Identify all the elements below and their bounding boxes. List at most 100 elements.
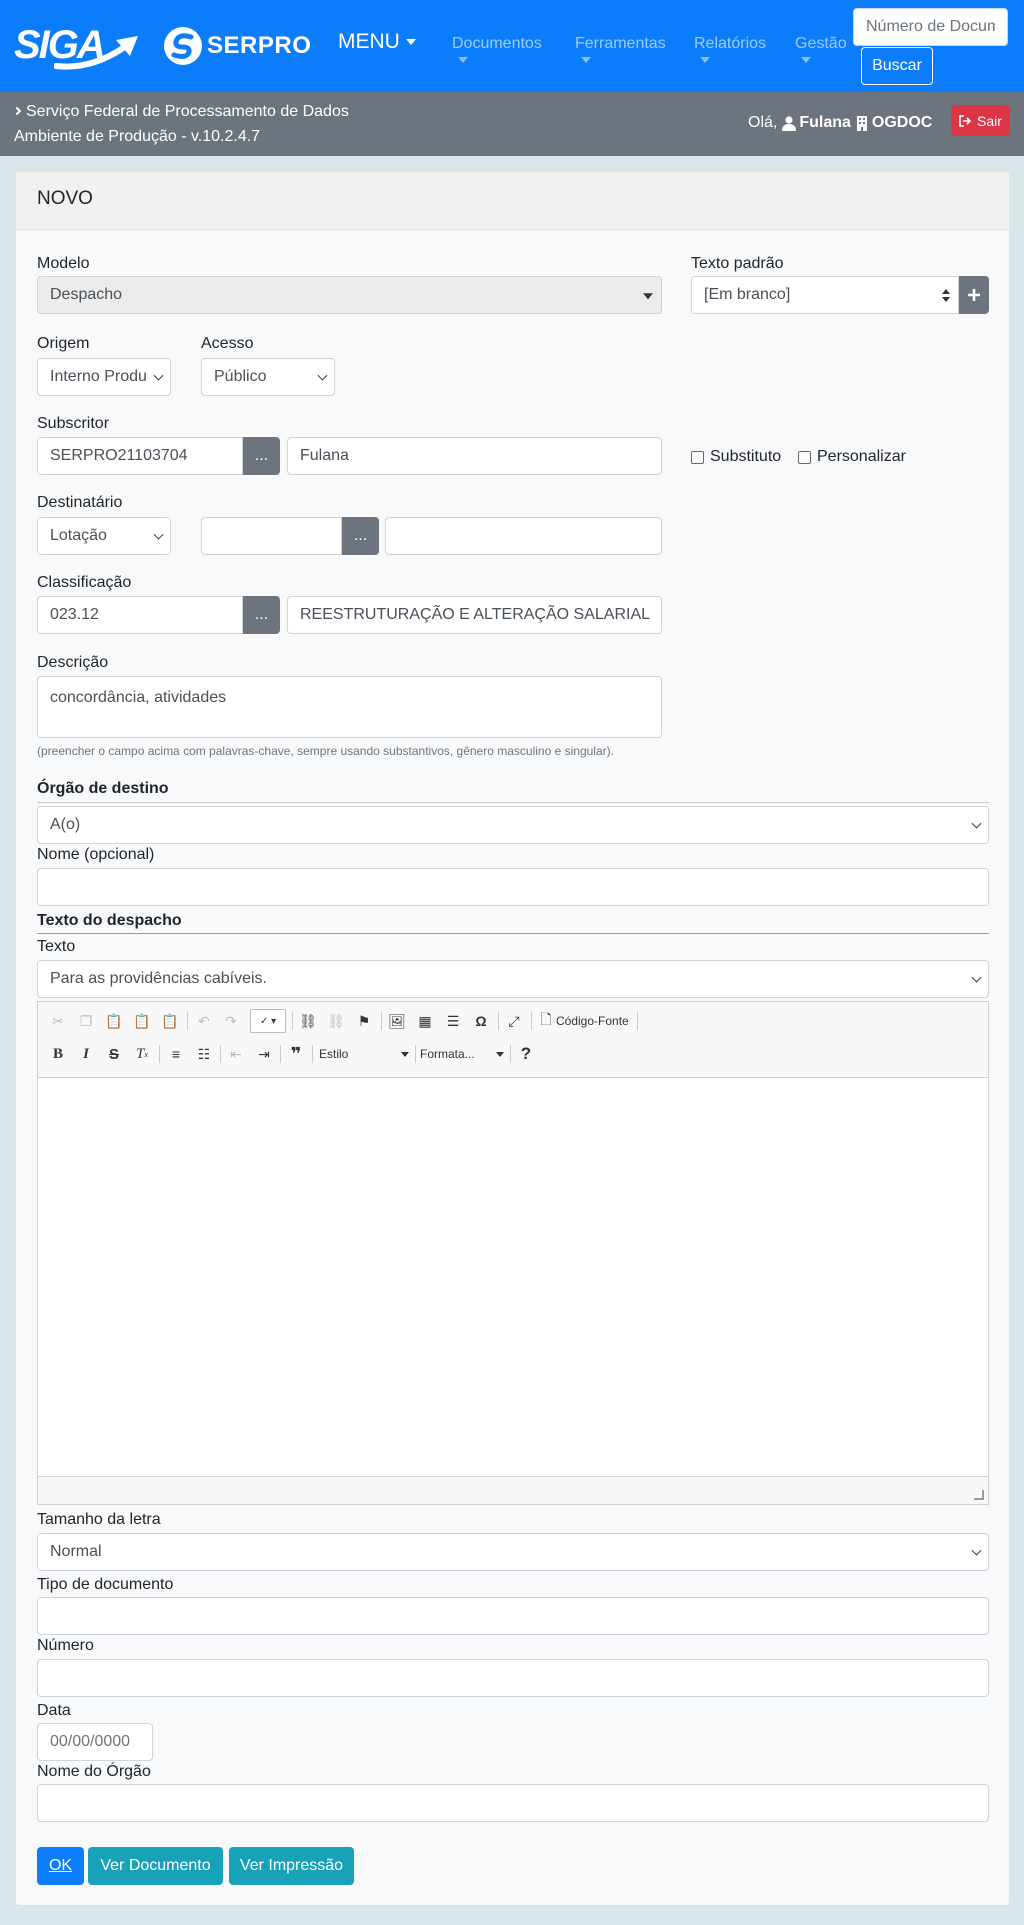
destinatario-lookup-button[interactable]: ... [342,517,379,555]
paste-text-icon[interactable]: 📋 [131,1010,153,1032]
menu-dropdown[interactable]: MENU [338,30,416,54]
special-char-omega-icon[interactable]: Ω [470,1010,492,1032]
ver-impressao-button[interactable]: Ver Impressão [229,1847,354,1885]
nav-gestao[interactable]: Gestão [795,35,847,63]
blockquote-icon[interactable]: ❞ [285,1043,307,1065]
spellcheck-icon[interactable]: ✓ ▾ [250,1009,286,1033]
toolbar-separator [292,1012,293,1030]
personalizar-checkbox[interactable]: Personalizar [798,448,906,466]
top-navbar: SIGA SERPRO MENU Documentos Ferramentas … [0,0,1024,92]
help-icon[interactable]: ? [515,1043,537,1065]
modelo-select[interactable]: Despacho [37,276,662,314]
substituto-checkbox[interactable]: Substituto [691,448,781,466]
paste-word-icon[interactable]: 📋 [159,1010,181,1032]
italic-icon[interactable]: I [75,1043,97,1065]
unit-name: OGDOC [871,114,933,131]
nav-documentos[interactable]: Documentos [452,35,542,63]
format-combo[interactable]: Formata... [420,1043,504,1065]
tamanho-letra-label: Tamanho da letra [37,1511,161,1528]
destinatario-name-input[interactable] [385,517,662,555]
ver-documento-button[interactable]: Ver Documento [88,1847,223,1885]
subscritor-name-input[interactable]: Fulana [287,437,662,475]
buscar-button[interactable]: Buscar [861,47,933,85]
caret-down-icon [801,57,811,63]
descricao-textarea[interactable]: concordância, atividades [37,676,662,738]
bold-icon[interactable]: B [47,1043,69,1065]
anchor-flag-icon[interactable]: ⚑ [353,1010,375,1032]
descricao-hint: (preencher o campo acima com palavras-ch… [37,744,614,758]
image-icon[interactable]: 🖼 [386,1010,408,1032]
siga-logo[interactable]: SIGA [14,22,138,70]
texto-select[interactable]: Para as providências cabíveis. [37,960,989,998]
ok-button[interactable]: OK [37,1847,84,1885]
plus-icon [968,289,980,301]
texto-padrao-select[interactable]: [Em branco] [691,276,959,314]
caret-down-icon [401,1051,409,1057]
undo-icon[interactable]: ↶ [193,1010,215,1032]
origem-select[interactable]: Interno Produzido [37,358,171,396]
classificacao-lookup-button[interactable]: ... [243,596,280,634]
bullet-list-icon[interactable]: ☷ [193,1043,215,1065]
subscritor-lookup-button[interactable]: ... [243,437,280,475]
numero-input[interactable] [37,1659,989,1697]
horizontal-line-icon[interactable]: ☰ [442,1010,464,1032]
data-input[interactable]: 00/00/0000 [37,1723,153,1761]
greeting-text: Olá, [748,114,778,131]
classificacao-code-input[interactable]: 023.12 [37,596,243,634]
editor-content-area[interactable] [38,1078,988,1478]
toolbar-separator [381,1012,382,1030]
resize-handle-icon[interactable] [974,1490,984,1500]
outdent-icon[interactable]: ⇤ [225,1043,247,1065]
destinatario-code-input[interactable] [201,517,342,555]
user-name: Fulana [799,114,851,131]
indent-icon[interactable]: ⇥ [253,1043,275,1065]
source-code-button[interactable]: Código-Fonte [556,1014,629,1028]
paste-icon[interactable]: 📋 [103,1010,125,1032]
classificacao-label: Classificação [37,574,132,591]
document-number-search-input[interactable] [853,8,1008,46]
ok-label: OK [48,1857,73,1874]
classificacao-name-input[interactable]: REESTRUTURAÇÃO E ALTERAÇÃO SALARIAL [287,596,662,634]
orgao-destino-select[interactable]: A(o) [37,806,989,844]
environment-version: Ambiente de Produção - v.10.2.4.7 [14,128,261,145]
caret-down-icon [581,57,591,63]
source-doc-icon[interactable]: 🗋 [535,1010,557,1032]
redo-icon[interactable]: ↷ [220,1010,242,1032]
nav-ferramentas[interactable]: Ferramentas [575,35,666,63]
style-combo[interactable]: Estilo [319,1043,409,1065]
maximize-icon[interactable]: ⤢ [503,1010,525,1032]
link-icon[interactable]: ⛓ [297,1010,319,1032]
numbered-list-icon[interactable]: ≡ [165,1043,187,1065]
copy-icon[interactable]: ❐ [75,1010,97,1032]
data-placeholder: 00/00/0000 [50,1733,131,1750]
remove-format-icon[interactable]: Tx [131,1043,153,1065]
unlink-icon[interactable]: ⛓ [325,1010,347,1032]
nav-relatorios[interactable]: Relatórios [694,35,766,63]
modelo-value: Despacho [50,286,123,303]
tamanho-letra-select[interactable]: Normal [37,1533,989,1571]
info-bar: Serviço Federal de Processamento de Dado… [0,92,1024,156]
toolbar-separator [531,1012,532,1030]
nome-orgao-input[interactable] [37,1784,989,1822]
tipo-documento-input[interactable] [37,1597,989,1635]
classificacao-code-value: 023.12 [50,606,99,623]
acesso-select[interactable]: Público [201,358,335,396]
card-title: NOVO [37,188,93,209]
caret-down-icon [496,1051,504,1057]
table-icon[interactable]: ▦ [414,1010,436,1032]
logout-button[interactable]: Sair [951,105,1010,136]
numero-label: Número [37,1637,94,1654]
nome-orgao-label: Nome do Órgão [37,1763,151,1780]
subscritor-code-input[interactable]: SERPRO21103704 [37,437,243,475]
editor-status-bar [38,1476,988,1504]
destinatario-type-select[interactable]: Lotação [37,517,171,555]
toolbar-separator [510,1045,511,1063]
caret-down-icon [700,57,710,63]
classificacao-name-value: REESTRUTURAÇÃO E ALTERAÇÃO SALARIAL [300,606,651,623]
add-texto-padrao-button[interactable] [959,276,989,314]
strikethrough-icon[interactable]: S [103,1043,125,1065]
nome-opcional-input[interactable] [37,868,989,906]
card-header: NOVO [16,172,1009,230]
cut-icon[interactable]: ✂ [47,1010,69,1032]
building-icon [856,115,867,131]
